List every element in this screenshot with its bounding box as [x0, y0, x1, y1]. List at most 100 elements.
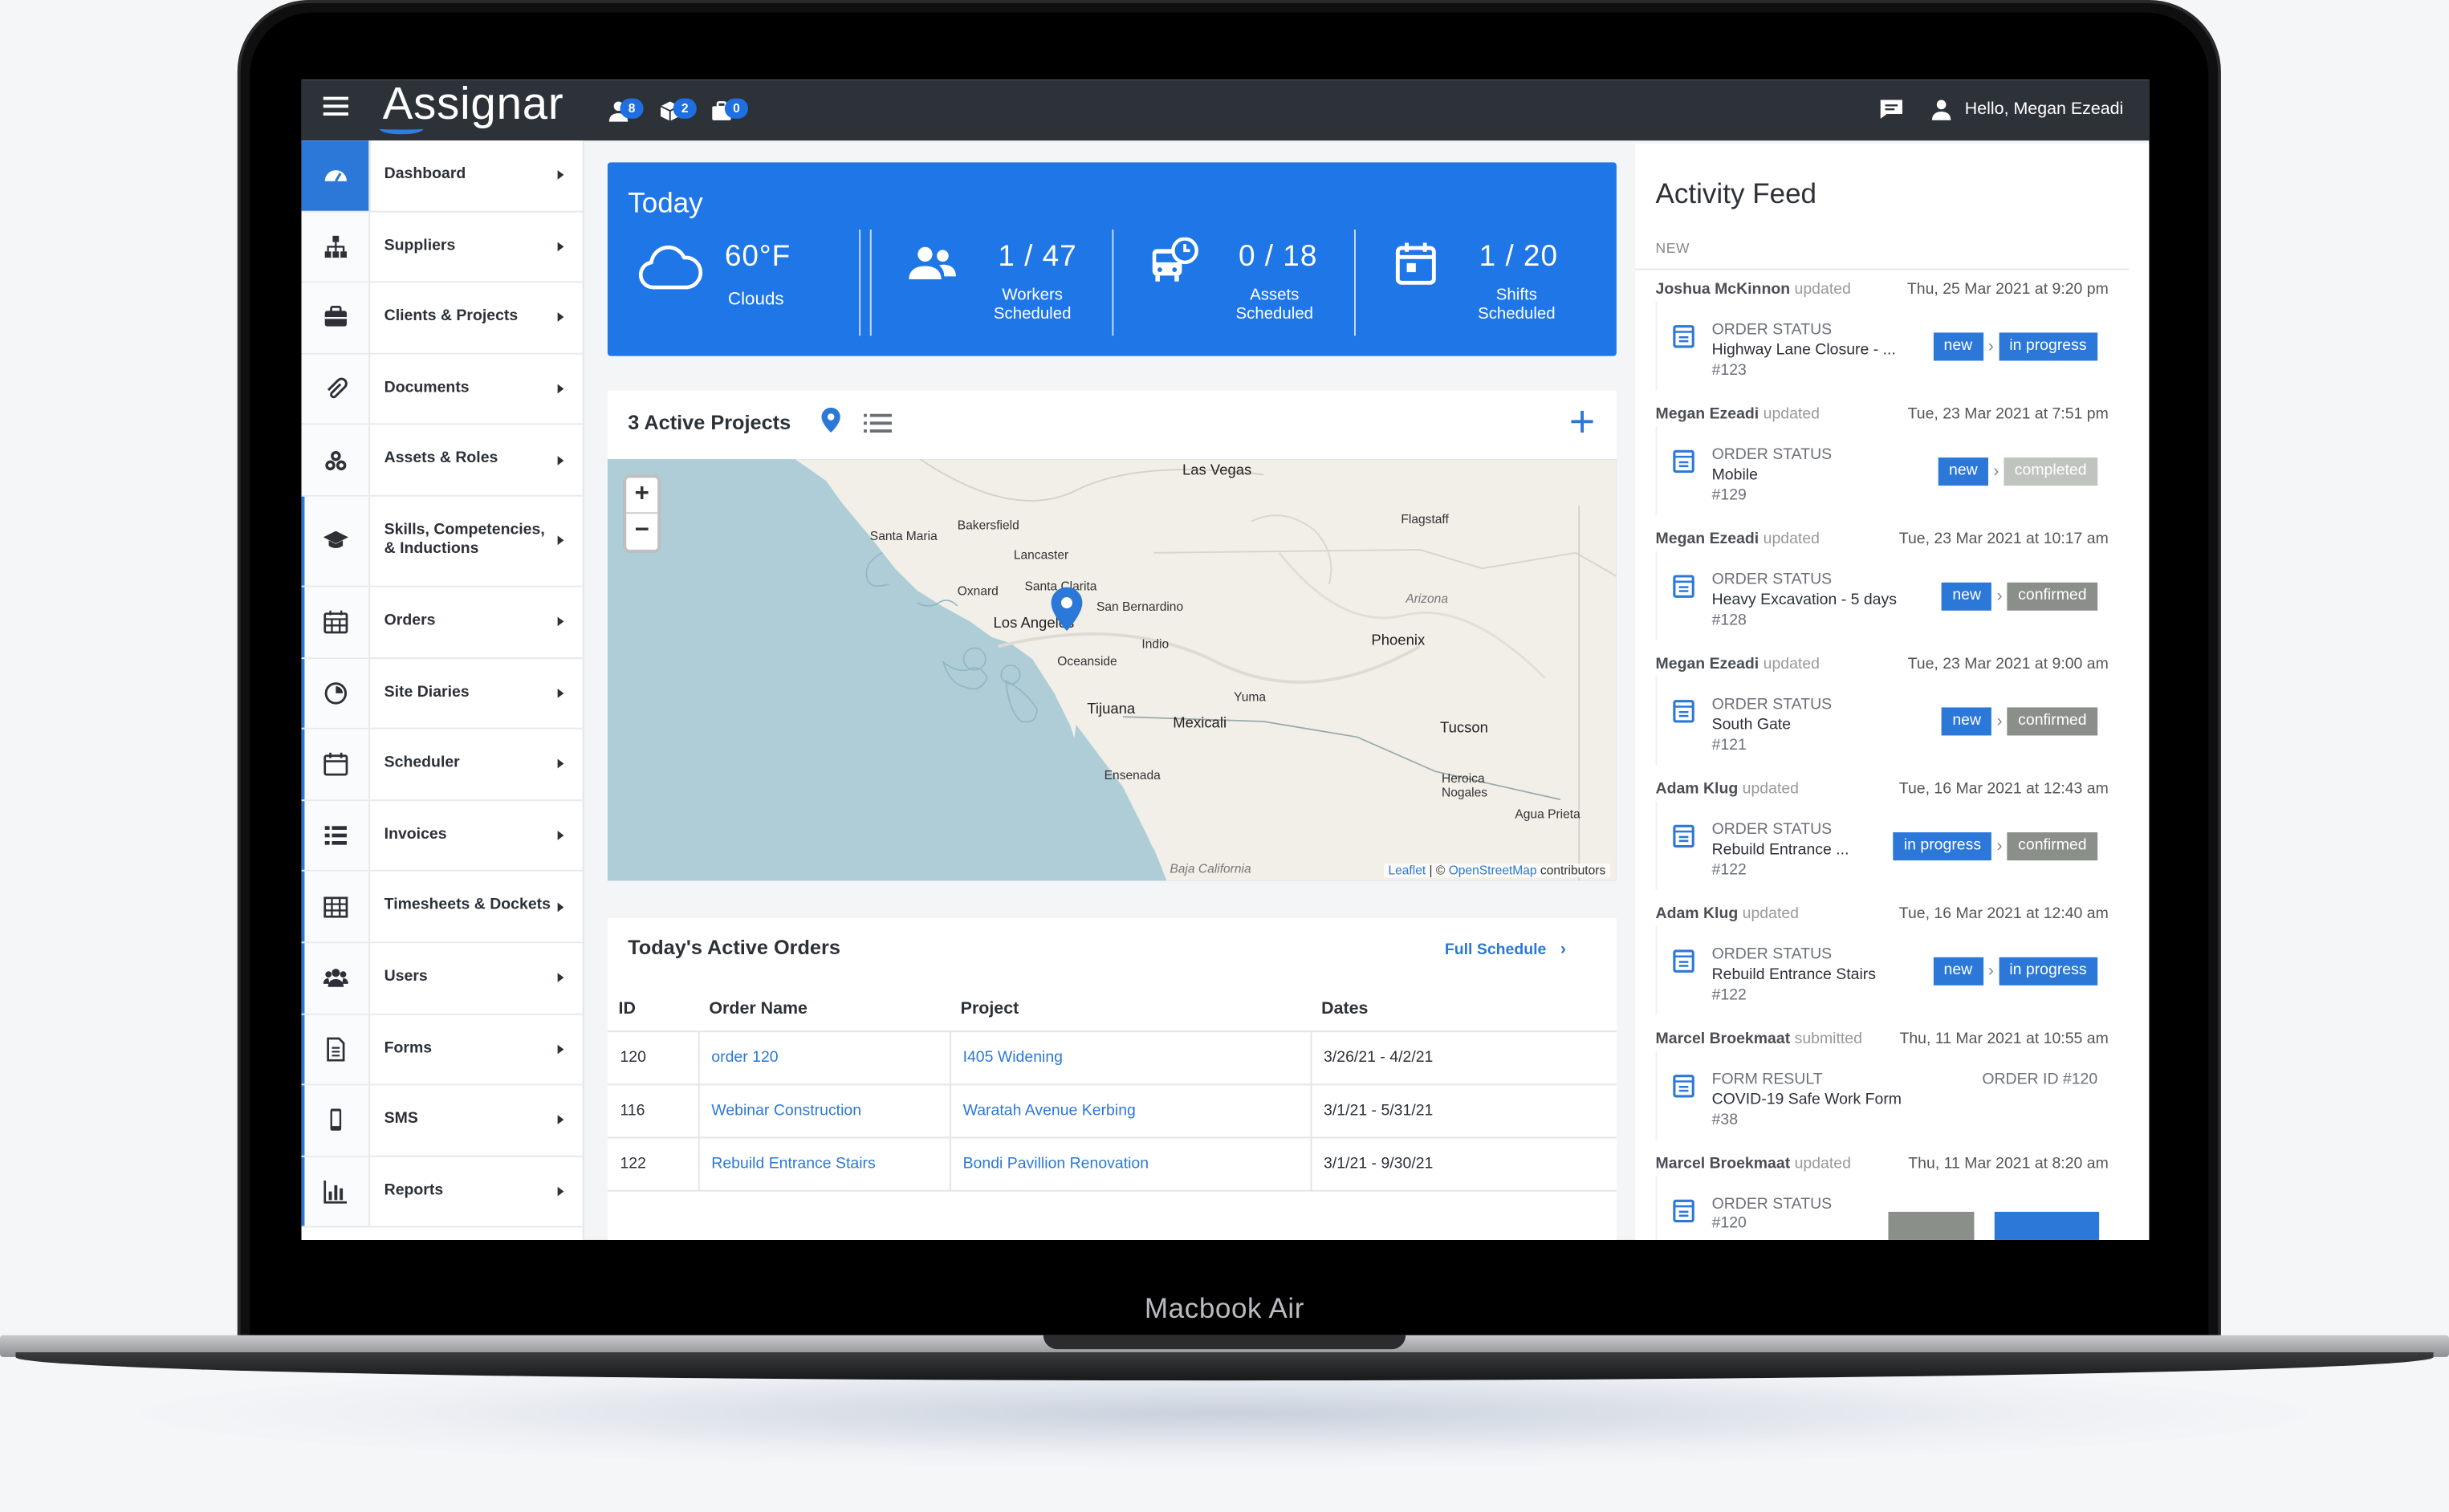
- feed-time: Thu, 11 Mar 2021 at 8:20 am: [1908, 1155, 2109, 1173]
- feed-time: Tue, 16 Mar 2021 at 12:40 am: [1898, 905, 2109, 923]
- sidebar-item-invoices[interactable]: Invoices: [301, 800, 583, 872]
- feed-card[interactable]: ORDER STATUS Rebuild Entrance Stairs #12…: [1655, 925, 2109, 1015]
- sidebar-item-reports[interactable]: Reports: [301, 1156, 583, 1228]
- map-label: Agua Prieta: [1515, 807, 1580, 822]
- column-header[interactable]: Order Name: [698, 986, 950, 1032]
- active-indicator: [301, 872, 305, 942]
- table-row[interactable]: 122 Rebuild Entrance Stairs Bondi Pavill…: [607, 1136, 1617, 1191]
- sidebar-item-forms[interactable]: Forms: [301, 1014, 583, 1086]
- feed-user-name[interactable]: Marcel Broekmaat: [1656, 1156, 1791, 1173]
- leaflet-link[interactable]: Leaflet: [1388, 864, 1426, 878]
- feed-user-name[interactable]: Adam Klug: [1656, 906, 1739, 923]
- project-link[interactable]: Bondi Pavillion Renovation: [950, 1136, 1312, 1191]
- menu-icon[interactable]: [323, 96, 348, 119]
- map-label: Ensenada: [1104, 768, 1161, 782]
- map-label: Tucson: [1440, 720, 1488, 738]
- list-view-toggle-icon[interactable]: [864, 413, 893, 441]
- sidebar-item-skills[interactable]: Skills, Competencies, & Inductions: [301, 496, 583, 587]
- cubes-icon: [301, 425, 371, 495]
- top-bar: Assignar 8 2 0 Hello, Megan Ezeadi: [301, 79, 2150, 141]
- feed-card[interactable]: ORDER STATUS #120: [1655, 1176, 2109, 1240]
- org-chart-icon: [301, 211, 371, 282]
- project-link[interactable]: I405 Widening: [950, 1030, 1312, 1085]
- notification-badge: 8: [620, 98, 644, 119]
- map-label: Indio: [1141, 636, 1170, 652]
- openstreetmap-link[interactable]: OpenStreetMap: [1449, 864, 1537, 878]
- bus-clock-icon: [1149, 237, 1199, 295]
- briefcase-icon[interactable]: 0: [710, 98, 749, 122]
- sidebar-item-label: Reports: [384, 1181, 444, 1199]
- box-icon[interactable]: 2: [659, 98, 697, 122]
- map-label: Mexicali: [1173, 715, 1227, 733]
- column-header[interactable]: Dates: [1310, 986, 1617, 1032]
- order-dates: 3/1/21 - 9/30/21: [1310, 1136, 1617, 1191]
- column-header[interactable]: Project: [950, 986, 1311, 1032]
- clipboard-icon: [1673, 575, 1694, 598]
- app-screen: Assignar 8 2 0 Hello, Megan Ezeadi Dashb…: [301, 79, 2150, 1240]
- active-indicator: [301, 729, 305, 799]
- feed-time: Tue, 23 Mar 2021 at 10:17 am: [1898, 530, 2109, 548]
- sidebar-item-site-diaries[interactable]: Site Diaries: [301, 658, 583, 730]
- feed-entry: Megan Ezeadi updated Tue, 23 Mar 2021 at …: [1635, 406, 2129, 531]
- sidebar-item-dashboard[interactable]: Dashboard: [301, 140, 583, 212]
- feed-user-name[interactable]: Adam Klug: [1656, 781, 1739, 798]
- feed-card[interactable]: ORDER STATUS Rebuild Entrance ... #122 i…: [1655, 801, 2109, 891]
- feed-user-name[interactable]: Megan Ezeadi: [1656, 656, 1759, 673]
- status-change: new › in progress: [1932, 957, 2098, 986]
- feed-user-name[interactable]: Joshua McKinnon: [1656, 281, 1791, 298]
- caret-right-icon: [557, 901, 564, 912]
- add-project-icon[interactable]: [1571, 410, 1593, 441]
- column-header[interactable]: ID: [607, 986, 698, 1032]
- clipboard-icon: [1673, 325, 1694, 348]
- feed-user-name[interactable]: Megan Ezeadi: [1656, 406, 1759, 423]
- feed-card[interactable]: ORDER STATUS South Gate #121 new › confirm…: [1655, 676, 2109, 766]
- account-icon[interactable]: [1930, 99, 1952, 120]
- workers-icon: [908, 244, 958, 291]
- order-name-link[interactable]: Rebuild Entrance Stairs: [698, 1136, 951, 1191]
- sidebar-item-documents[interactable]: Documents: [301, 354, 583, 425]
- order-name-link[interactable]: order 120: [698, 1030, 951, 1085]
- sidebar-item-users[interactable]: Users: [301, 943, 583, 1014]
- status-badge: new: [1938, 457, 1989, 486]
- sidebar-item-suppliers[interactable]: Suppliers: [301, 211, 583, 283]
- sidebar-item-scheduler[interactable]: Scheduler: [301, 729, 583, 801]
- chat-icon[interactable]: [1879, 99, 1904, 120]
- sidebar-item-label: Skills, Competencies, & Inductions: [384, 521, 545, 559]
- caret-right-icon: [557, 688, 564, 698]
- feed-entry: Megan Ezeadi updated Tue, 23 Mar 2021 at …: [1635, 656, 2129, 781]
- user-icon[interactable]: 8: [608, 98, 644, 122]
- sidebar-item-assets-roles[interactable]: Assets & Roles: [301, 425, 583, 497]
- active-indicator: [301, 943, 305, 1013]
- device-model-label: Macbook Air: [1144, 1293, 1305, 1325]
- sidebar-item-clients-projects[interactable]: Clients & Projects: [301, 282, 583, 355]
- laptop-notch: [1043, 1335, 1406, 1350]
- sidebar-item-orders[interactable]: Orders: [301, 587, 583, 659]
- full-schedule-link[interactable]: Full Schedule ›: [1445, 940, 1566, 958]
- zoom-in-button[interactable]: +: [626, 478, 658, 514]
- feed-user-name[interactable]: Marcel Broekmaat: [1656, 1030, 1791, 1047]
- feed-time: Tue, 23 Mar 2021 at 7:51 pm: [1907, 405, 2109, 424]
- map-terrain: [795, 459, 1617, 881]
- sidebar-item-sms[interactable]: SMS: [301, 1085, 583, 1157]
- zoom-out-button[interactable]: −: [626, 514, 657, 550]
- map-marker-icon[interactable]: [1051, 587, 1083, 639]
- project-link[interactable]: Waratah Avenue Kerbing: [950, 1083, 1312, 1138]
- divider: [1354, 230, 1356, 336]
- table-row[interactable]: 116 Webinar Construction Waratah Avenue …: [607, 1083, 1617, 1138]
- shifts-label: Shifts Scheduled: [1478, 286, 1556, 323]
- feed-card[interactable]: ORDER STATUS Heavy Excavation - 5 days #…: [1655, 551, 2109, 640]
- list-icon: [301, 800, 371, 871]
- feed-card[interactable]: ORDER STATUS Mobile #129 new › completed: [1655, 426, 2109, 516]
- feed-user-name[interactable]: Megan Ezeadi: [1656, 531, 1759, 548]
- order-id-label: ORDER ID #120: [1982, 1071, 2098, 1089]
- table-header-row: ID Order Name Project Dates: [607, 986, 1617, 1032]
- user-greeting[interactable]: Hello, Megan Ezeadi: [1965, 100, 2124, 119]
- orders-table: ID Order Name Project Dates 120 order 12…: [607, 986, 1617, 1191]
- order-name-link[interactable]: Webinar Construction: [698, 1083, 951, 1138]
- feed-card[interactable]: ORDER STATUS Highway Lane Closure - ... …: [1655, 301, 2109, 391]
- table-row[interactable]: 120 order 120 I405 Widening 3/26/21 - 4/…: [607, 1030, 1617, 1085]
- projects-map[interactable]: + − Las Vegas Flagstaff Bakersfield Sant…: [607, 459, 1617, 881]
- feed-card[interactable]: FORM RESULT COVID-19 Safe Work Form #38 …: [1655, 1051, 2109, 1140]
- map-pin-toggle-icon[interactable]: [821, 407, 840, 441]
- sidebar-item-timesheets[interactable]: Timesheets & Dockets: [301, 872, 583, 944]
